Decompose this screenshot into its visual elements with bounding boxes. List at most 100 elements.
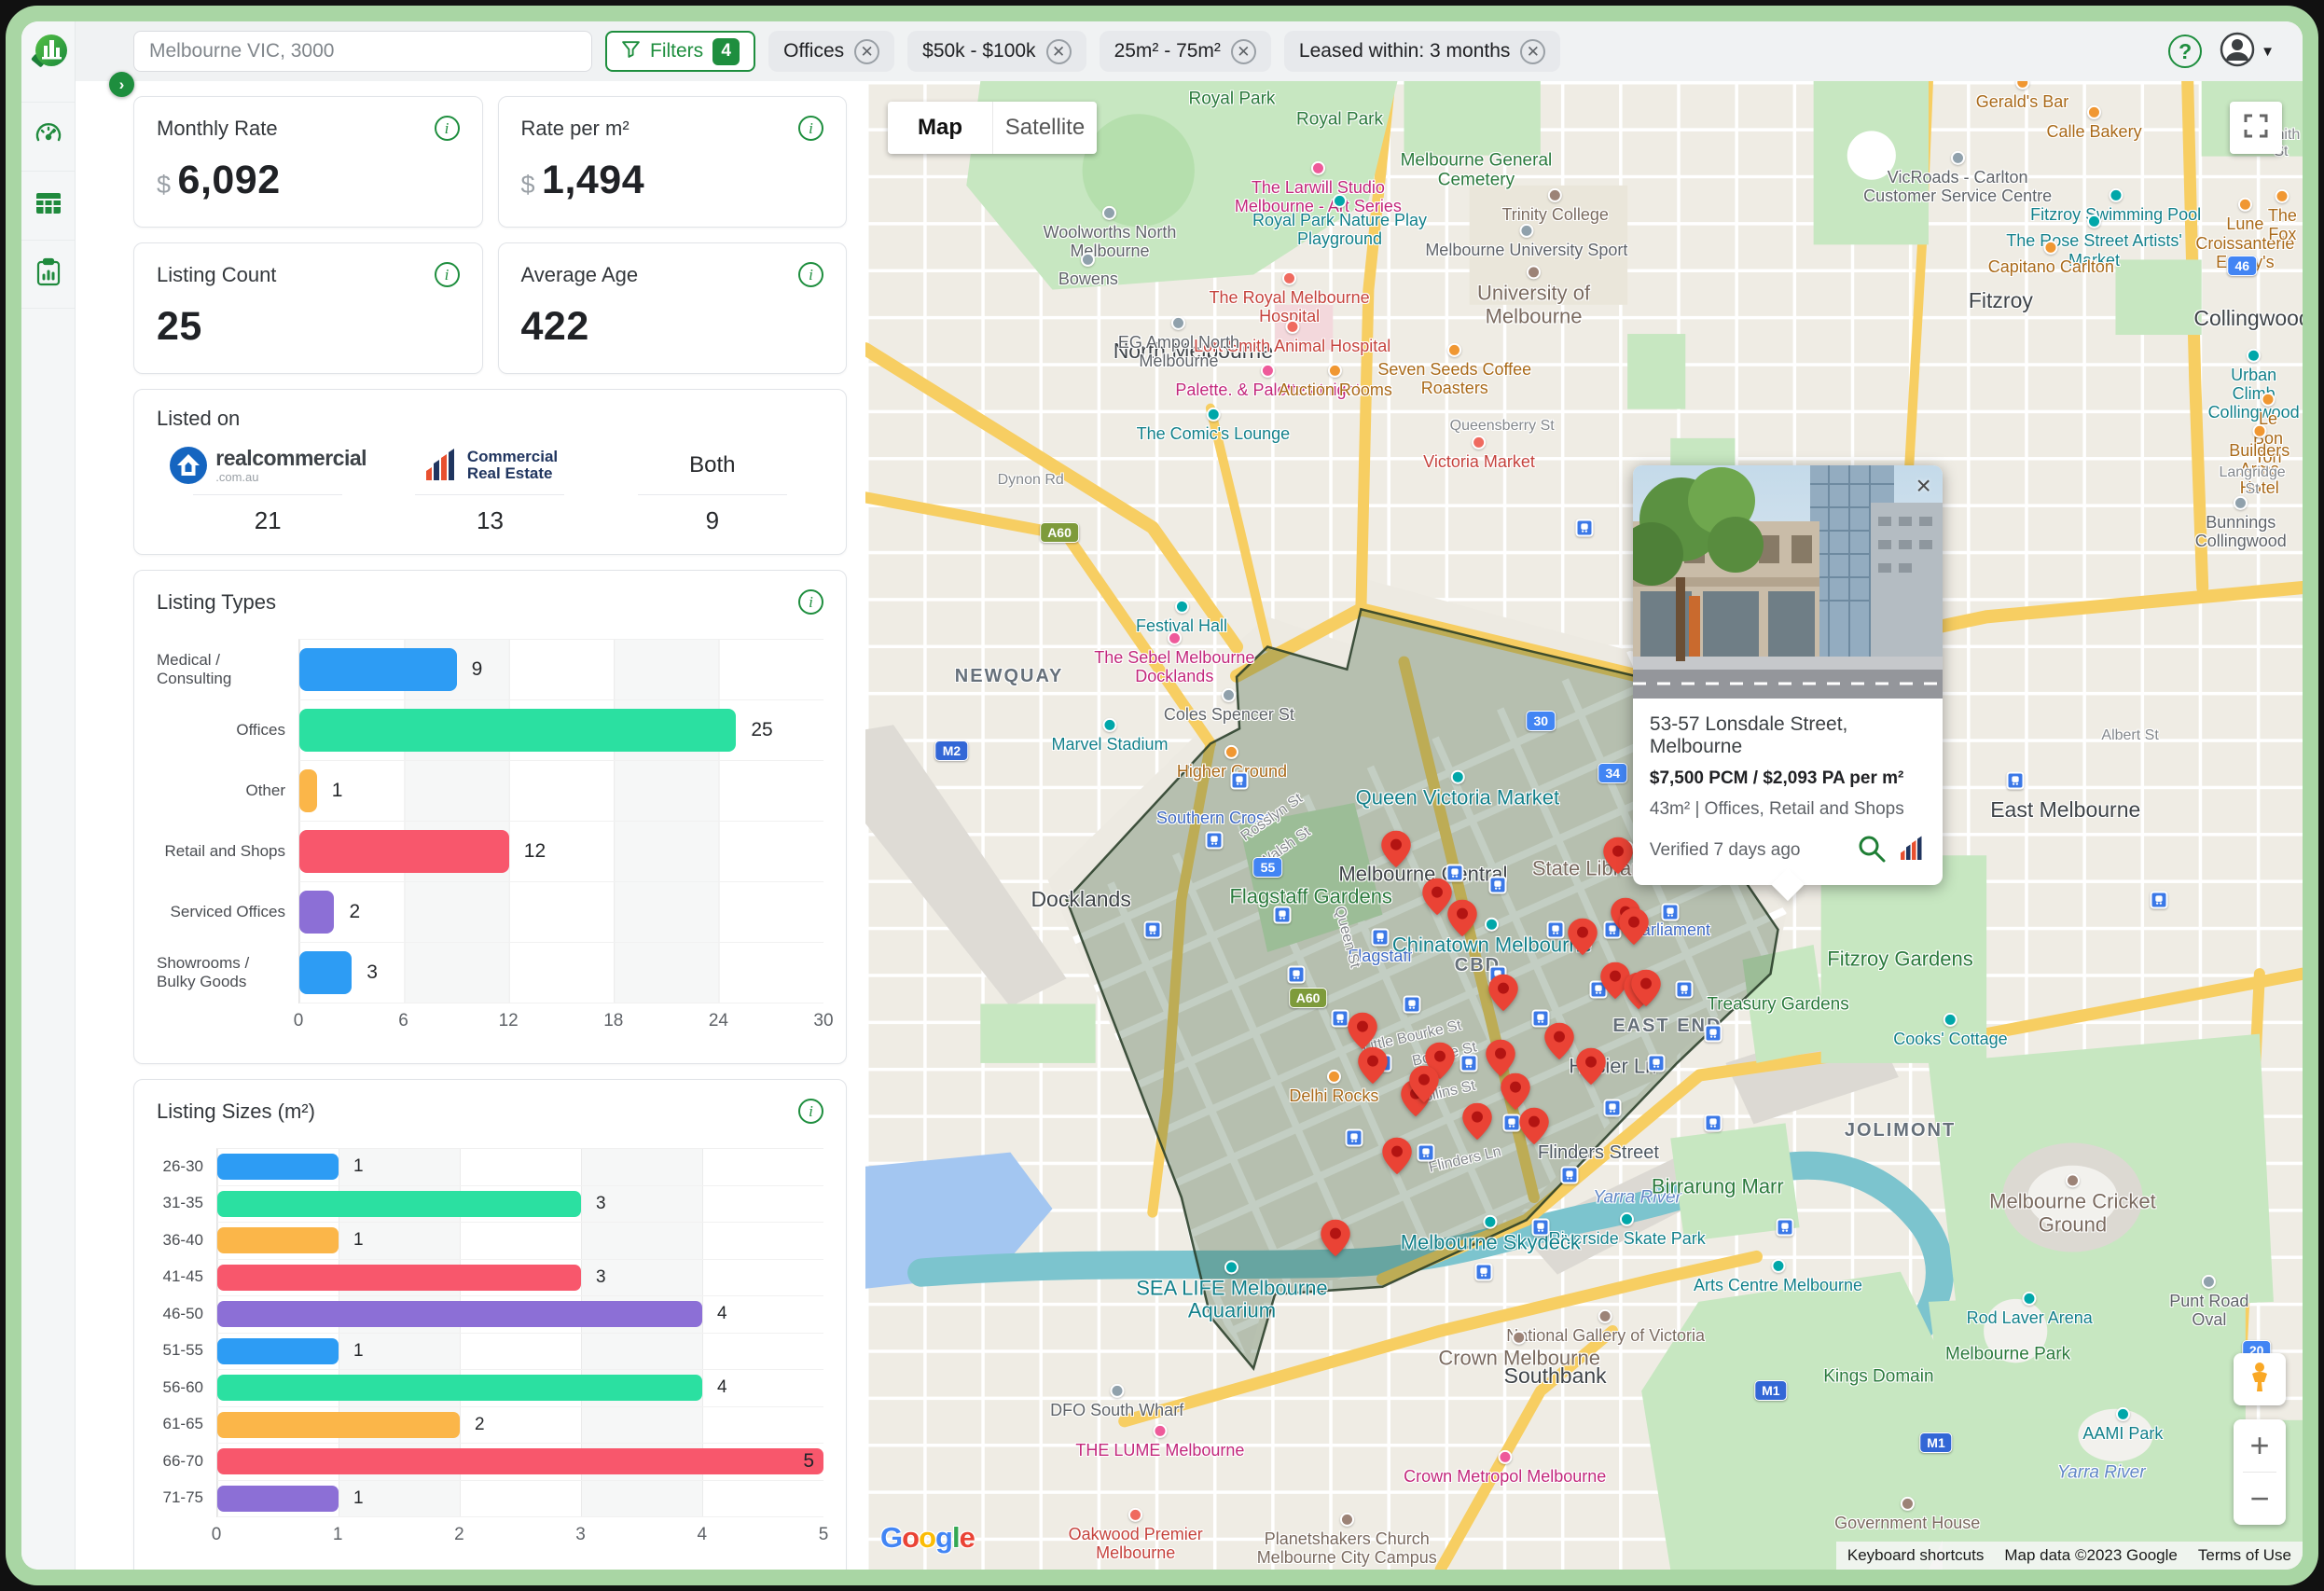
chart-bar-row: 2	[299, 882, 823, 943]
transit-station-icon	[1777, 1218, 1794, 1236]
bar-value-label: 1	[353, 1341, 364, 1362]
filters-button[interactable]: Filters 4	[605, 31, 755, 72]
user-menu[interactable]: ▼	[2219, 31, 2275, 73]
map-canvas[interactable]: Royal ParkRoyal ParkGerald's BarCalle Ba…	[865, 81, 2303, 1570]
google-logo-letter: e	[960, 1521, 975, 1554]
y-axis-label: 56-60	[157, 1369, 216, 1406]
stat-card-average-age: Average Age i 422	[498, 242, 848, 374]
chart-bar	[217, 1301, 702, 1327]
x-tick-label: 4	[698, 1525, 708, 1545]
chip-remove-icon[interactable]: ✕	[854, 39, 879, 64]
bar-value-label: 3	[596, 1194, 606, 1214]
google-logo-letter: o	[919, 1521, 935, 1554]
stat-label: Average Age	[521, 263, 639, 287]
realcommercial-logo: realcommercial.com.au	[169, 444, 367, 487]
chip-label: Leased within: 3 months	[1299, 40, 1510, 62]
route-badge: A60	[1289, 988, 1328, 1008]
info-icon[interactable]: i	[798, 116, 823, 141]
help-icon[interactable]: ?	[2168, 35, 2202, 68]
transit-station-icon	[1561, 1167, 1579, 1184]
info-icon[interactable]: i	[435, 116, 460, 141]
chart-bar-row: 1	[217, 1149, 823, 1186]
pegman-control[interactable]	[2234, 1353, 2286, 1405]
filter-chip[interactable]: Offices✕	[768, 31, 894, 72]
sidebar-item-table[interactable]	[21, 171, 75, 240]
chart-bar	[299, 709, 736, 752]
zoom-in-button[interactable]: +	[2234, 1419, 2286, 1472]
commercialrealestate-icon[interactable]	[1898, 835, 1926, 867]
bar-value-label: 9	[472, 658, 483, 681]
filter-chip[interactable]: Leased within: 3 months ✕	[1284, 31, 1560, 72]
route-badge: 30	[1526, 711, 1556, 731]
x-tick-label: 30	[813, 1011, 833, 1031]
info-icon[interactable]: i	[798, 589, 823, 615]
satellite-view-button[interactable]: Satellite	[992, 102, 1097, 154]
info-icon[interactable]: i	[798, 1099, 823, 1124]
x-tick-label: 3	[575, 1525, 586, 1545]
chart-bar-row: 3	[299, 943, 823, 1003]
chart-bar	[299, 830, 509, 873]
y-axis-label: Other	[157, 760, 298, 821]
app-logo[interactable]	[28, 33, 69, 74]
topbar-right: ? ▼	[2168, 31, 2275, 73]
source-commercialrealestate: CommercialReal Estate 13	[379, 444, 601, 535]
device-frame: › Melbourne VIC, 3000 Filters 4 Offices✕…	[6, 6, 2318, 1585]
x-tick-label: 12	[499, 1011, 519, 1031]
help-glyph: ?	[2179, 39, 2192, 64]
location-search-input[interactable]: Melbourne VIC, 3000	[133, 31, 592, 72]
source-count: 13	[477, 506, 504, 535]
chart-bar	[217, 1154, 339, 1180]
transit-station-icon	[1489, 876, 1507, 893]
filter-chip[interactable]: 25m² - 75m²✕	[1100, 31, 1271, 72]
route-badge: A60	[1040, 522, 1079, 543]
sidebar-item-reports[interactable]	[21, 240, 75, 309]
filter-chip[interactable]: $50k - $100k✕	[907, 31, 1086, 72]
chart-bar-row: 1	[217, 1481, 823, 1518]
bar-value-label: 2	[475, 1415, 485, 1435]
sidebar	[21, 21, 76, 1570]
popup-address: 53-57 Lonsdale Street, Melbourne	[1650, 713, 1926, 758]
chart-bar-row: 25	[299, 700, 823, 761]
route-badge: 46	[2227, 256, 2257, 276]
chart-y-labels: 26-3031-3536-4041-4546-5051-5556-6061-65…	[157, 1148, 216, 1517]
x-tick-label: 24	[709, 1011, 728, 1031]
y-axis-label: 46-50	[157, 1295, 216, 1333]
source-realcommercial: realcommercial.com.au 21	[157, 444, 379, 535]
y-axis-label: Serviced Offices	[157, 881, 298, 942]
route-badge: M1	[1919, 1432, 1952, 1453]
property-photo: ×	[1633, 465, 1943, 699]
transit-station-icon	[1532, 1218, 1550, 1236]
zoom-out-button[interactable]: −	[2234, 1473, 2286, 1525]
chip-remove-icon[interactable]: ✕	[1520, 39, 1545, 64]
keyboard-shortcuts-link[interactable]: Keyboard shortcuts	[1847, 1546, 1984, 1565]
fullscreen-button[interactable]	[2230, 102, 2282, 154]
terms-link[interactable]: Terms of Use	[2198, 1546, 2291, 1565]
chart-bar	[217, 1227, 339, 1253]
transit-station-icon	[1403, 995, 1420, 1013]
y-axis-label: 36-40	[157, 1222, 216, 1259]
chart-bar-row: 4	[217, 1296, 823, 1334]
funnel-icon	[621, 39, 641, 64]
transit-station-icon	[1546, 920, 1564, 938]
chart-bar	[217, 1375, 702, 1401]
y-axis-label: 31-35	[157, 1185, 216, 1223]
transit-station-icon	[1604, 1100, 1622, 1117]
map-markers-layer: A60A605530344620M1M1M2	[865, 81, 2303, 1570]
panel-collapse-toggle[interactable]: ›	[109, 72, 134, 97]
info-icon[interactable]: i	[798, 262, 823, 287]
chip-remove-icon[interactable]: ✕	[1231, 39, 1256, 64]
transit-station-icon	[1604, 920, 1622, 938]
close-icon[interactable]: ×	[1916, 473, 1931, 499]
info-icon[interactable]: i	[435, 262, 460, 287]
y-axis-label: 66-70	[157, 1443, 216, 1480]
google-logo[interactable]: Google	[880, 1521, 975, 1555]
chip-remove-icon[interactable]: ✕	[1046, 39, 1072, 64]
sidebar-item-dashboard[interactable]	[21, 102, 75, 171]
x-tick-label: 18	[603, 1011, 623, 1031]
x-axis: 0612182430	[298, 1011, 823, 1045]
map-view-button[interactable]: Map	[888, 102, 992, 154]
search-listing-icon[interactable]	[1857, 834, 1887, 868]
topbar: Melbourne VIC, 3000 Filters 4 Offices✕ $5…	[76, 21, 2303, 81]
transit-station-icon	[1273, 906, 1291, 923]
transit-station-icon	[1474, 1263, 1492, 1280]
